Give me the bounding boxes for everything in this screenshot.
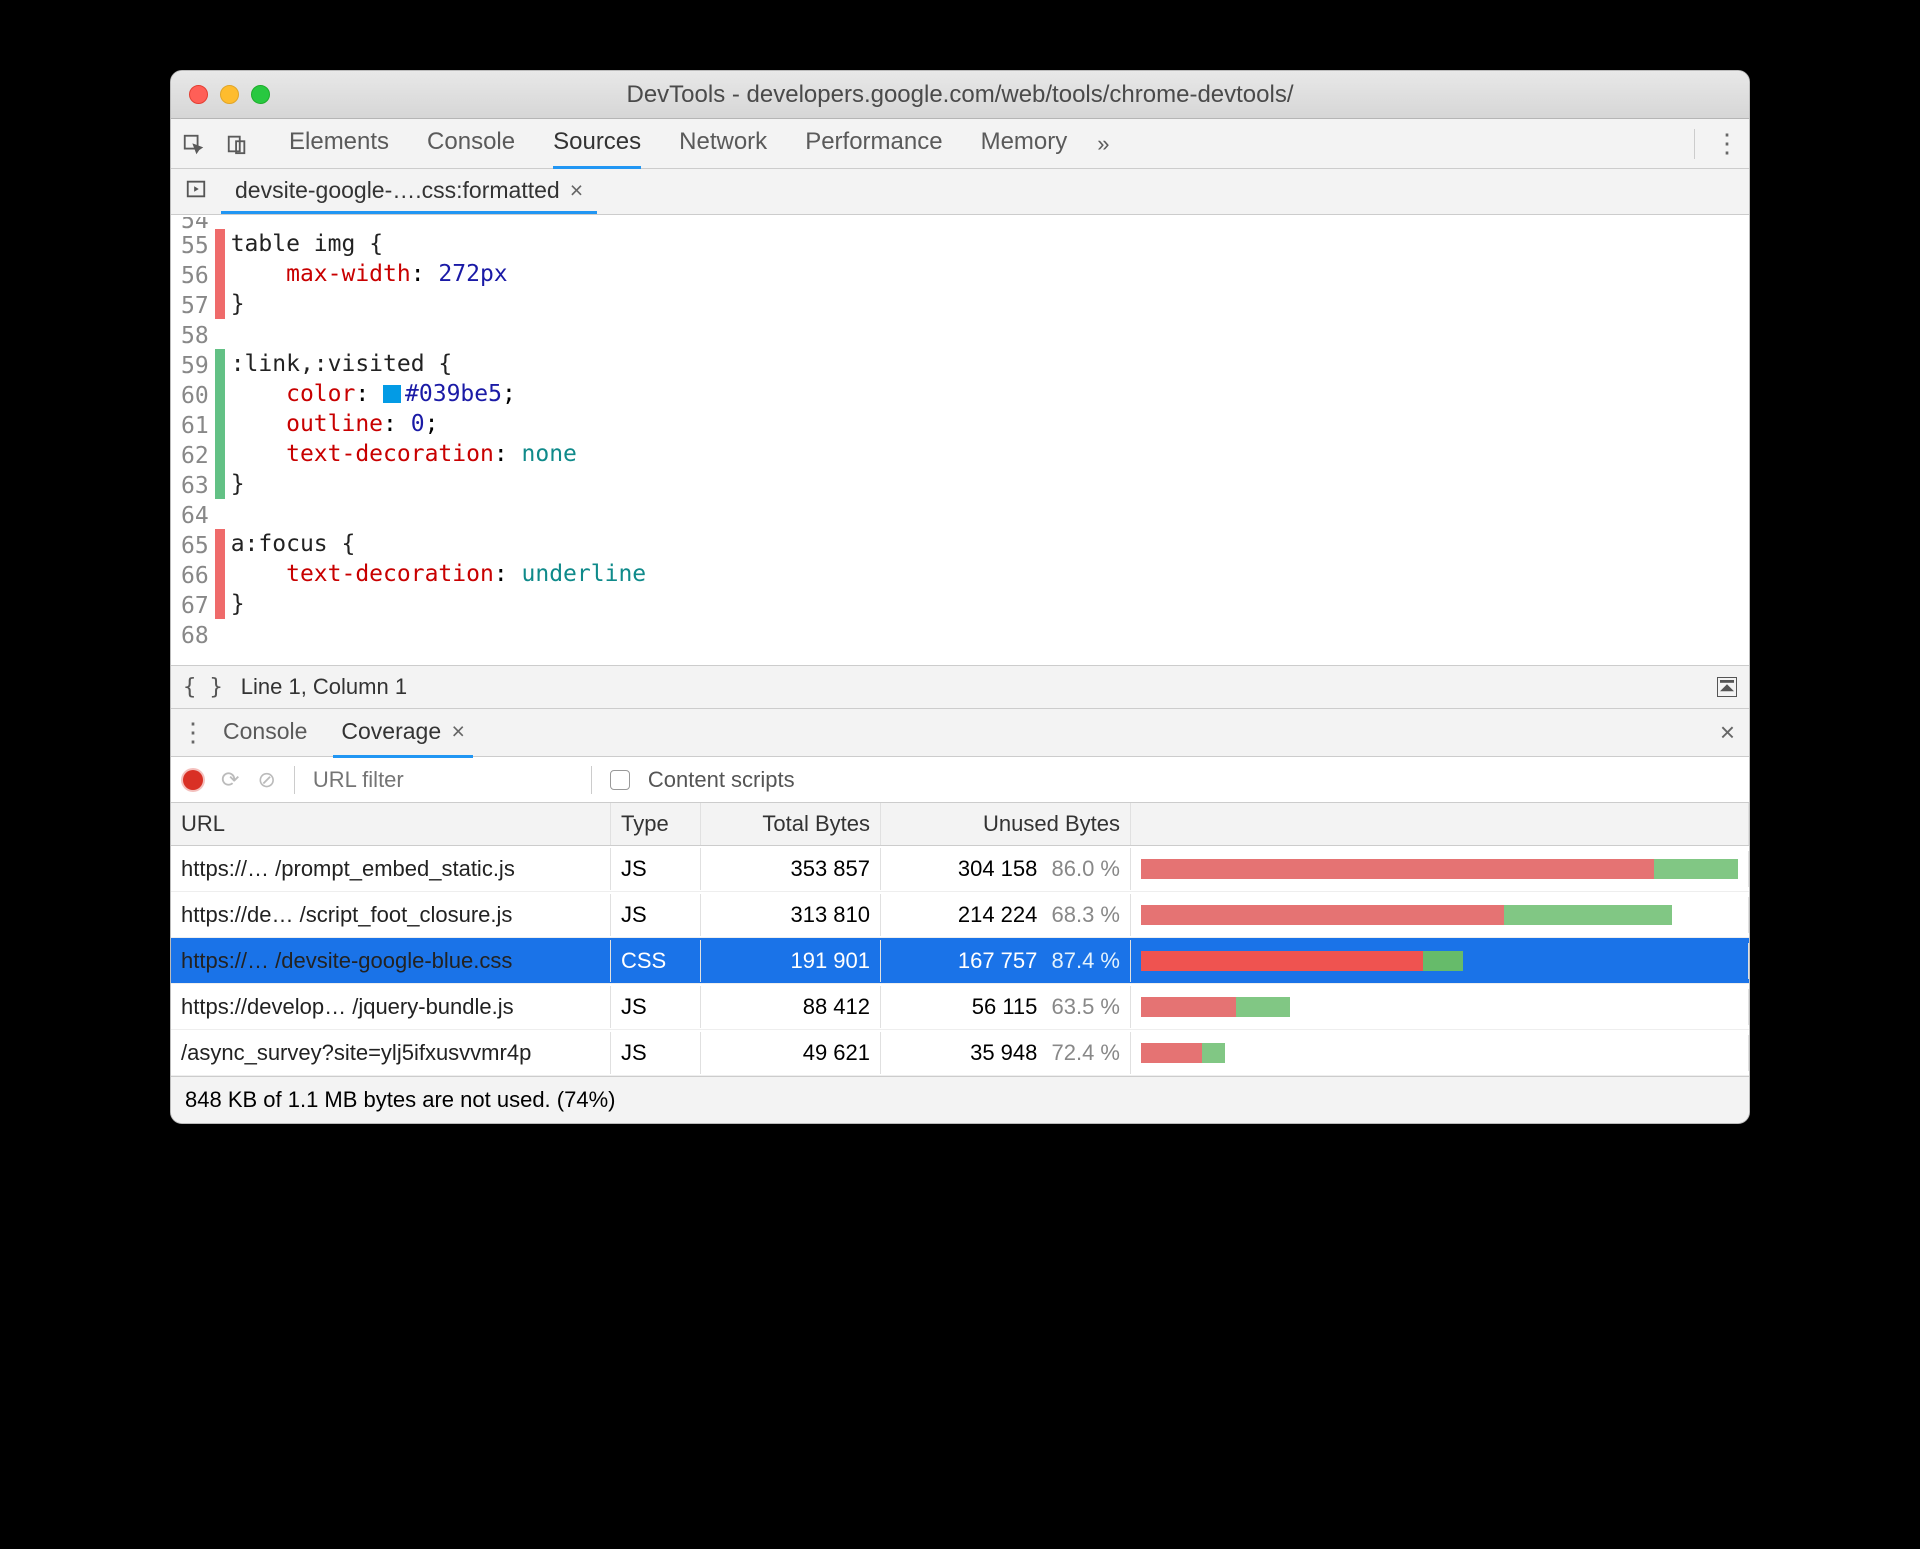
code-content[interactable]: table img { max-width: 272px}:link,:visi… <box>225 215 1749 665</box>
tab-sources[interactable]: Sources <box>553 118 641 169</box>
close-tab-icon[interactable]: × <box>570 177 583 204</box>
traffic-lights <box>171 85 270 104</box>
toggle-sidebar-icon[interactable] <box>1717 677 1737 697</box>
coverage-table: URL Type Total Bytes Unused Bytes https:… <box>171 803 1749 1076</box>
device-toolbar-icon[interactable] <box>215 133 259 155</box>
drawer-tab-coverage[interactable]: Coverage × <box>333 708 473 758</box>
col-header-total[interactable]: Total Bytes <box>701 803 881 845</box>
coverage-toolbar: ⟳ ⊘ Content scripts <box>171 757 1749 803</box>
window-title: DevTools - developers.google.com/web/too… <box>171 81 1749 109</box>
navigator-toggle-icon[interactable] <box>171 178 221 206</box>
tab-elements[interactable]: Elements <box>289 118 389 169</box>
minimize-window-button[interactable] <box>220 85 239 104</box>
col-header-url[interactable]: URL <box>171 803 611 845</box>
zoom-window-button[interactable] <box>251 85 270 104</box>
cursor-position: Line 1, Column 1 <box>241 674 407 700</box>
col-header-unused[interactable]: Unused Bytes <box>881 803 1131 845</box>
coverage-row[interactable]: /async_survey?site=ylj5ifxusvvmr4pJS49 6… <box>171 1030 1749 1076</box>
tab-performance[interactable]: Performance <box>805 118 942 169</box>
col-header-bar <box>1131 803 1749 845</box>
tab-console[interactable]: Console <box>427 118 515 169</box>
line-gutter: 545556575859606162636465666768 <box>171 215 215 665</box>
source-tabbar: devsite-google-….css:formatted × <box>171 169 1749 215</box>
devtools-window: DevTools - developers.google.com/web/too… <box>170 70 1750 1124</box>
coverage-gutter <box>215 215 225 665</box>
drawer-tabs: ⋮ Console Coverage × × <box>171 709 1749 757</box>
clear-icon[interactable]: ⊘ <box>257 767 275 793</box>
coverage-row[interactable]: https://… /devsite-google-blue.cssCSS191… <box>171 938 1749 984</box>
settings-menu-icon[interactable]: ⋮ <box>1705 128 1749 159</box>
close-drawer-tab-icon[interactable]: × <box>445 718 465 744</box>
content-scripts-label: Content scripts <box>648 767 795 793</box>
main-tabs: Elements Console Sources Network Performance… <box>171 119 1749 169</box>
coverage-summary: 848 KB of 1.1 MB bytes are not used. (74… <box>171 1076 1749 1123</box>
coverage-row[interactable]: https://… /prompt_embed_static.jsJS353 8… <box>171 846 1749 892</box>
titlebar: DevTools - developers.google.com/web/too… <box>171 71 1749 119</box>
coverage-row[interactable]: https://de… /script_foot_closure.jsJS313… <box>171 892 1749 938</box>
reload-icon[interactable]: ⟳ <box>221 767 239 793</box>
coverage-row[interactable]: https://develop… /jquery-bundle.jsJS88 4… <box>171 984 1749 1030</box>
record-button[interactable] <box>183 770 203 790</box>
code-editor[interactable]: 545556575859606162636465666768 table img… <box>171 215 1749 665</box>
tab-network[interactable]: Network <box>679 118 767 169</box>
content-scripts-checkbox[interactable] <box>610 770 630 790</box>
close-window-button[interactable] <box>189 85 208 104</box>
source-status-bar: { } Line 1, Column 1 <box>171 665 1749 709</box>
drawer-tab-console[interactable]: Console <box>215 708 315 758</box>
source-file-tab[interactable]: devsite-google-….css:formatted × <box>221 169 597 214</box>
inspect-element-icon[interactable] <box>171 133 215 155</box>
col-header-type[interactable]: Type <box>611 803 701 845</box>
drawer-menu-icon[interactable]: ⋮ <box>171 717 215 748</box>
tab-memory[interactable]: Memory <box>981 118 1068 169</box>
source-file-label: devsite-google-….css:formatted <box>235 177 560 204</box>
pretty-print-icon[interactable]: { } <box>183 675 223 700</box>
close-drawer-icon[interactable]: × <box>1720 717 1735 748</box>
url-filter-input[interactable] <box>313 767 573 793</box>
coverage-table-header: URL Type Total Bytes Unused Bytes <box>171 803 1749 846</box>
overflow-tabs-icon[interactable]: » <box>1097 131 1109 157</box>
